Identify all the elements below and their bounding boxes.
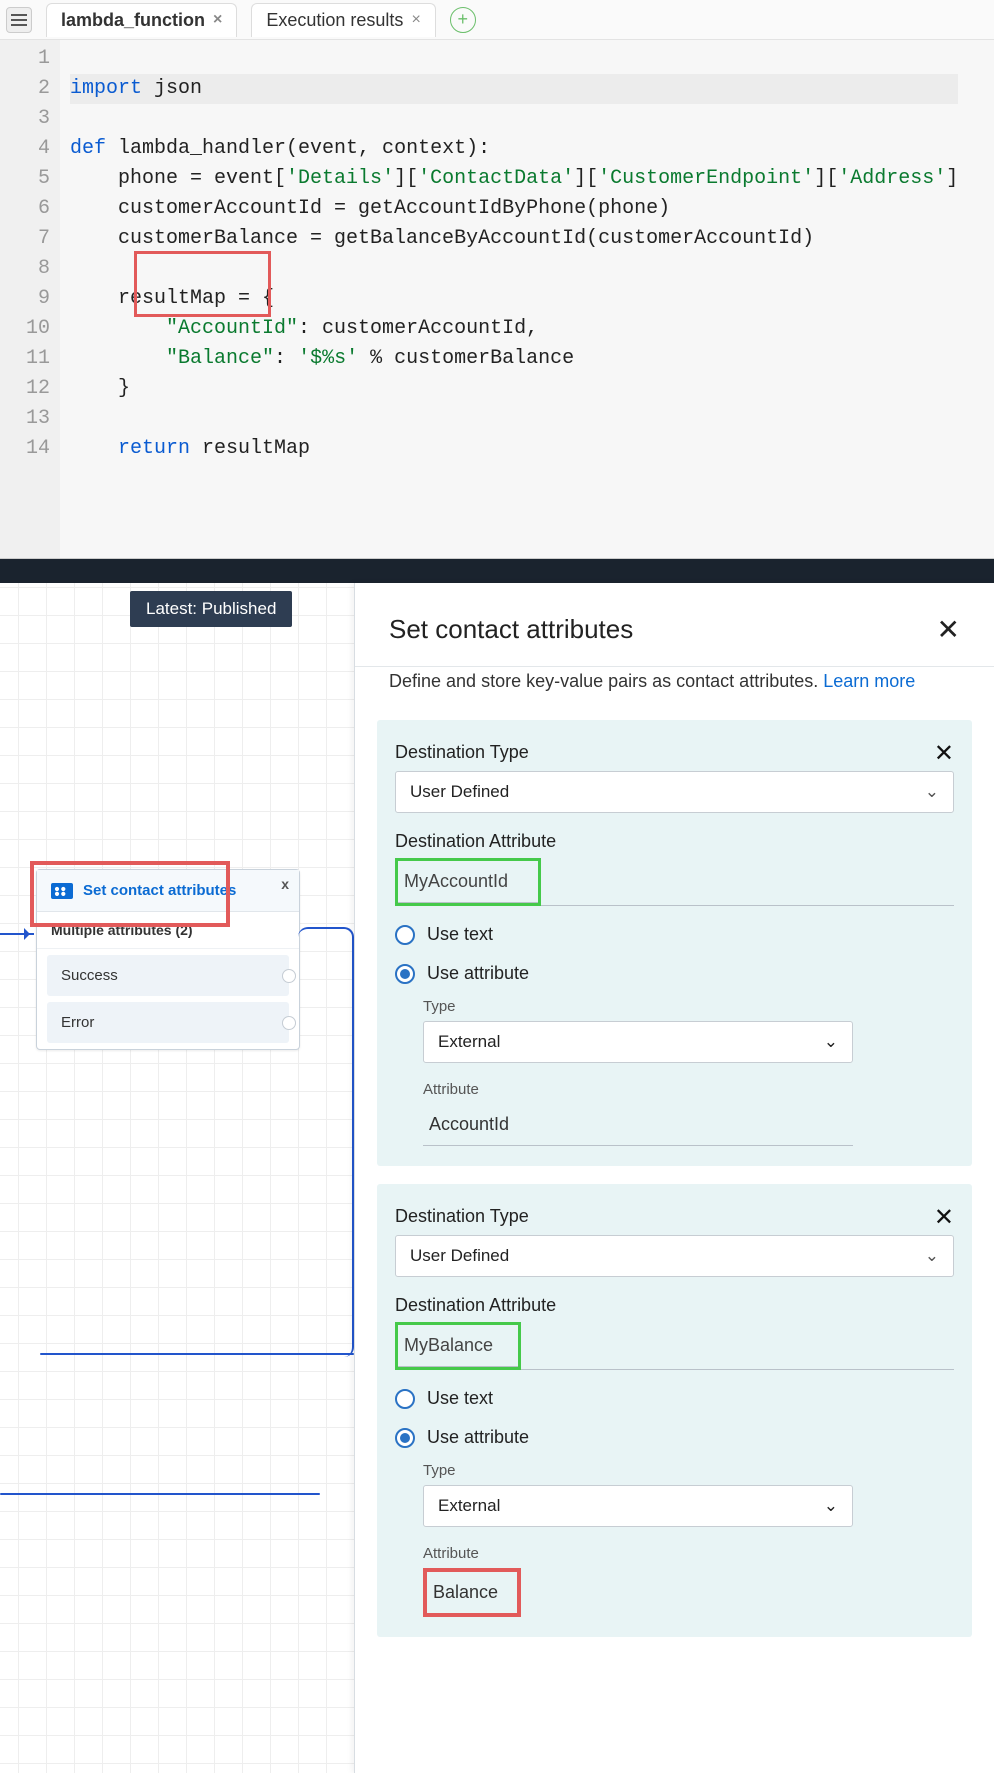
dest-attr-label: Destination Attribute	[395, 831, 954, 852]
radio-icon	[395, 1428, 415, 1448]
dest-type-select[interactable]: User Defined ⌄	[395, 1235, 954, 1277]
attribute-label: Attribute	[423, 1081, 954, 1098]
close-icon[interactable]: ✕	[937, 613, 960, 646]
dest-type-label: Destination Type	[395, 742, 529, 763]
panel-description: Define and store key-value pairs as cont…	[355, 667, 994, 702]
type-label: Type	[423, 1462, 954, 1479]
attribute-block-2: Destination Type ✕ User Defined ⌄ Destin…	[377, 1184, 972, 1637]
tab-label: lambda_function	[61, 10, 205, 31]
node-header[interactable]: Set contact attributes x	[37, 870, 299, 912]
chevron-down-icon: ⌄	[925, 782, 939, 802]
type-label: Type	[423, 998, 954, 1015]
dest-attr-label: Destination Attribute	[395, 1295, 954, 1316]
connector-dot[interactable]	[282, 1016, 296, 1030]
menu-icon[interactable]	[6, 7, 32, 33]
panel-title: Set contact attributes	[389, 614, 633, 645]
side-panel-set-contact-attributes: Set contact attributes ✕ Define and stor…	[354, 583, 994, 1773]
status-badge: Latest: Published	[130, 591, 292, 627]
learn-more-link[interactable]: Learn more	[823, 671, 915, 691]
attribute-block-1: Destination Type ✕ User Defined ⌄ Destin…	[377, 720, 972, 1166]
flow-node-set-contact-attributes[interactable]: Set contact attributes x Multiple attrib…	[36, 869, 300, 1050]
radio-use-attribute[interactable]: Use attribute	[395, 963, 954, 984]
dest-attr-input[interactable]	[398, 861, 538, 903]
remove-block-icon[interactable]: ✕	[934, 1203, 954, 1232]
remove-block-icon[interactable]: ✕	[934, 739, 954, 768]
toolbar-dark	[0, 559, 994, 583]
node-outcome-success[interactable]: Success	[47, 955, 289, 996]
editor-tab-bar: lambda_function × Execution results × +	[0, 0, 994, 40]
dest-type-label: Destination Type	[395, 1206, 529, 1227]
close-icon[interactable]: ×	[213, 11, 222, 29]
radio-icon	[395, 925, 415, 945]
tab-lambda-function[interactable]: lambda_function ×	[46, 3, 237, 37]
node-subtitle: Multiple attributes (2)	[37, 912, 299, 949]
chevron-down-icon: ⌄	[824, 1032, 838, 1052]
code-editor[interactable]: 1234567891011121314 import json def lamb…	[0, 40, 994, 559]
connector-line	[40, 1353, 354, 1355]
tab-label: Execution results	[266, 10, 403, 31]
add-tab-button[interactable]: +	[450, 7, 476, 33]
radio-use-text[interactable]: Use text	[395, 1388, 954, 1409]
close-icon[interactable]: x	[281, 876, 289, 892]
code-body[interactable]: import json def lambda_handler(event, co…	[60, 40, 958, 558]
contact-card-icon	[51, 883, 73, 899]
connector-dot[interactable]	[282, 969, 296, 983]
radio-use-text[interactable]: Use text	[395, 924, 954, 945]
attribute-value-input[interactable]: Balance	[427, 1572, 517, 1613]
type-select[interactable]: External ⌄	[423, 1485, 853, 1527]
chevron-down-icon: ⌄	[925, 1246, 939, 1266]
node-outcome-error[interactable]: Error	[47, 1002, 289, 1043]
node-title: Set contact attributes	[83, 882, 236, 899]
radio-icon	[395, 964, 415, 984]
dest-type-select[interactable]: User Defined ⌄	[395, 771, 954, 813]
connector-line	[298, 927, 354, 1357]
tab-execution-results[interactable]: Execution results ×	[251, 3, 435, 37]
radio-icon	[395, 1389, 415, 1409]
type-select[interactable]: External ⌄	[423, 1021, 853, 1063]
connector-in	[0, 933, 34, 935]
connector-line	[0, 1493, 320, 1495]
line-gutter: 1234567891011121314	[0, 40, 60, 558]
chevron-down-icon: ⌄	[824, 1496, 838, 1516]
dest-attr-input[interactable]	[398, 1325, 518, 1367]
attribute-value-input[interactable]: AccountId	[423, 1104, 853, 1146]
radio-use-attribute[interactable]: Use attribute	[395, 1427, 954, 1448]
close-icon[interactable]: ×	[411, 11, 420, 29]
attribute-label: Attribute	[423, 1545, 954, 1562]
